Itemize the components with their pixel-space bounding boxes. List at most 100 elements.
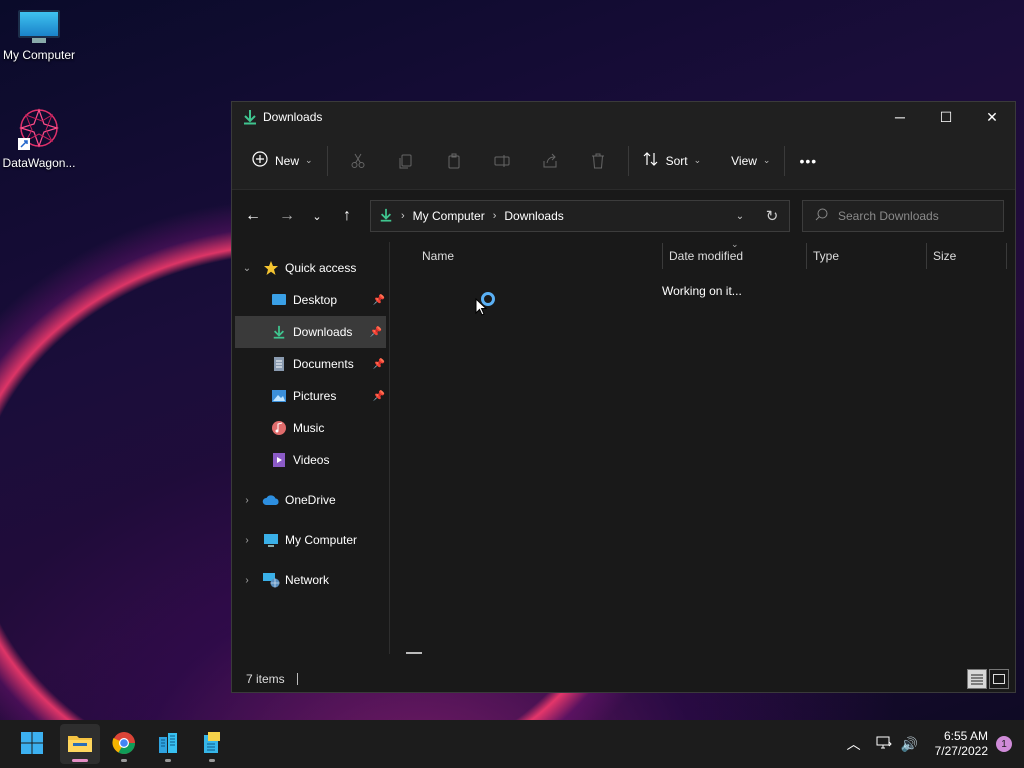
view-label: View bbox=[731, 153, 757, 168]
nav-item-music[interactable]: Music bbox=[232, 412, 389, 444]
nav-label: Pictures bbox=[293, 389, 337, 403]
nav-item-downloads[interactable]: Downloads 📌 bbox=[235, 316, 386, 348]
new-button[interactable]: New ⌄ bbox=[244, 145, 321, 177]
minimize-button[interactable]: ─ bbox=[877, 102, 923, 132]
nav-quick-access[interactable]: ⌄ Quick access bbox=[232, 252, 389, 284]
divider bbox=[296, 673, 298, 685]
network-status-icon[interactable] bbox=[871, 736, 897, 753]
delete-icon[interactable] bbox=[574, 145, 622, 177]
recent-locations-chevron-icon[interactable]: ⌄ bbox=[302, 201, 332, 231]
clock[interactable]: 6:55 AM 7/27/2022 bbox=[935, 729, 988, 759]
taskbar-chrome[interactable] bbox=[104, 724, 144, 764]
items-count: 7 items bbox=[246, 672, 285, 686]
view-button[interactable]: View ⌄ bbox=[723, 145, 778, 177]
cloud-icon bbox=[262, 492, 280, 508]
divider bbox=[784, 145, 786, 176]
chevron-right-icon[interactable]: › bbox=[232, 535, 262, 546]
nav-label: Videos bbox=[293, 453, 330, 467]
refresh-icon[interactable]: ↻ bbox=[755, 207, 789, 225]
notification-badge[interactable]: 1 bbox=[996, 736, 1012, 752]
desktop-icon-datawagon[interactable]: DataWagon... bbox=[0, 106, 78, 170]
search-input[interactable] bbox=[838, 209, 998, 223]
column-header-row: Name ⌄ Date modified Type Size bbox=[390, 239, 1015, 270]
breadcrumb-downloads[interactable]: Downloads bbox=[504, 209, 563, 223]
divider bbox=[627, 145, 629, 176]
datawagon-logo-icon bbox=[16, 106, 62, 152]
copy-icon[interactable] bbox=[382, 145, 430, 177]
nav-item-videos[interactable]: Videos bbox=[232, 444, 389, 476]
start-button[interactable] bbox=[12, 724, 52, 764]
new-label: New bbox=[275, 153, 300, 168]
desktop-icon-label: DataWagon... bbox=[2, 156, 76, 170]
chevron-right-icon: › bbox=[401, 210, 405, 222]
desktop-icon bbox=[270, 292, 288, 308]
building-document-icon bbox=[200, 731, 224, 758]
paste-icon[interactable] bbox=[430, 145, 478, 177]
up-arrow-icon[interactable]: ↑ bbox=[332, 201, 362, 231]
download-icon bbox=[270, 324, 288, 340]
status-bar: 7 items bbox=[232, 666, 1015, 692]
file-list-area: Name ⌄ Date modified Type Size Working o… bbox=[390, 239, 1015, 654]
nav-my-computer[interactable]: › My Computer bbox=[232, 524, 389, 556]
chevron-down-icon: ⌄ bbox=[762, 155, 771, 165]
chevron-down-icon[interactable]: ⌄ bbox=[725, 211, 755, 222]
sort-arrows-icon bbox=[643, 151, 659, 170]
document-icon bbox=[270, 356, 288, 372]
chevron-right-icon[interactable]: › bbox=[232, 575, 262, 586]
taskbar-file-explorer[interactable] bbox=[60, 724, 100, 764]
loading-status-text: Working on it... bbox=[662, 284, 742, 298]
window-title: Downloads bbox=[263, 110, 323, 124]
chevron-down-icon: ⌄ bbox=[305, 155, 313, 165]
nav-network[interactable]: › Network bbox=[232, 564, 389, 596]
column-header-type[interactable]: Type bbox=[807, 243, 927, 269]
pin-icon: 📌 bbox=[372, 358, 385, 370]
column-header-date-modified[interactable]: ⌄ Date modified bbox=[663, 239, 807, 269]
volume-icon[interactable]: 🔊 bbox=[897, 736, 923, 753]
address-row: ← → ⌄ ↑ › My Computer › Downloads ⌄ ↻ bbox=[232, 190, 1015, 242]
more-icon: ••• bbox=[799, 152, 818, 169]
horizontal-scrollbar[interactable] bbox=[406, 652, 422, 654]
nav-label: Music bbox=[293, 421, 325, 435]
picture-icon bbox=[270, 388, 288, 404]
details-view-icon bbox=[971, 674, 983, 685]
back-arrow-icon[interactable]: ← bbox=[238, 201, 268, 231]
folder-icon bbox=[67, 732, 93, 757]
column-header-name[interactable]: Name bbox=[390, 243, 663, 269]
nav-item-desktop[interactable]: Desktop 📌 bbox=[232, 284, 389, 316]
running-indicator bbox=[72, 759, 88, 762]
computer-icon bbox=[262, 532, 280, 548]
main-area: ⌄ Quick access Desktop 📌 Downloads 📌 Doc… bbox=[232, 239, 1015, 654]
forward-arrow-icon[interactable]: → bbox=[272, 201, 302, 231]
chevron-right-icon[interactable]: › bbox=[232, 495, 262, 506]
chevron-down-icon[interactable]: ⌄ bbox=[232, 263, 262, 274]
breadcrumb-my-computer[interactable]: My Computer bbox=[413, 209, 485, 223]
nav-item-documents[interactable]: Documents 📌 bbox=[232, 348, 389, 380]
running-indicator bbox=[209, 759, 215, 762]
desktop-icon-my-computer[interactable]: My Computer bbox=[0, 10, 78, 62]
title-bar[interactable]: Downloads ─ ☐ ✕ bbox=[232, 102, 1015, 132]
cut-icon[interactable] bbox=[334, 145, 382, 177]
windows-logo-icon bbox=[20, 731, 44, 758]
share-icon[interactable] bbox=[526, 145, 574, 177]
pin-icon: 📌 bbox=[372, 294, 385, 306]
nav-onedrive[interactable]: › OneDrive bbox=[232, 484, 389, 516]
close-button[interactable]: ✕ bbox=[969, 102, 1015, 132]
more-options-button[interactable]: ••• bbox=[791, 145, 825, 177]
taskbar-app-building-document[interactable] bbox=[192, 724, 232, 764]
command-bar: New ⌄ Sort ⌄ View ⌄ ••• bbox=[232, 132, 1015, 190]
large-icons-view-toggle[interactable] bbox=[989, 669, 1009, 689]
sort-button[interactable]: Sort ⌄ bbox=[635, 145, 710, 177]
search-box[interactable] bbox=[802, 200, 1004, 232]
rename-icon[interactable] bbox=[478, 145, 526, 177]
clock-time: 6:55 AM bbox=[943, 729, 988, 743]
mouse-cursor-icon bbox=[475, 297, 488, 319]
maximize-button[interactable]: ☐ bbox=[923, 102, 969, 132]
pin-icon: 📌 bbox=[369, 326, 382, 338]
nav-label: Network bbox=[285, 573, 330, 587]
show-hidden-icons-chevron-icon[interactable]: ︿ bbox=[841, 734, 867, 754]
taskbar-app-buildings[interactable] bbox=[148, 724, 188, 764]
nav-item-pictures[interactable]: Pictures 📌 bbox=[232, 380, 389, 412]
address-bar[interactable]: › My Computer › Downloads ⌄ ↻ bbox=[370, 200, 790, 232]
column-header-size[interactable]: Size bbox=[927, 243, 1007, 269]
details-view-toggle[interactable] bbox=[967, 669, 987, 689]
